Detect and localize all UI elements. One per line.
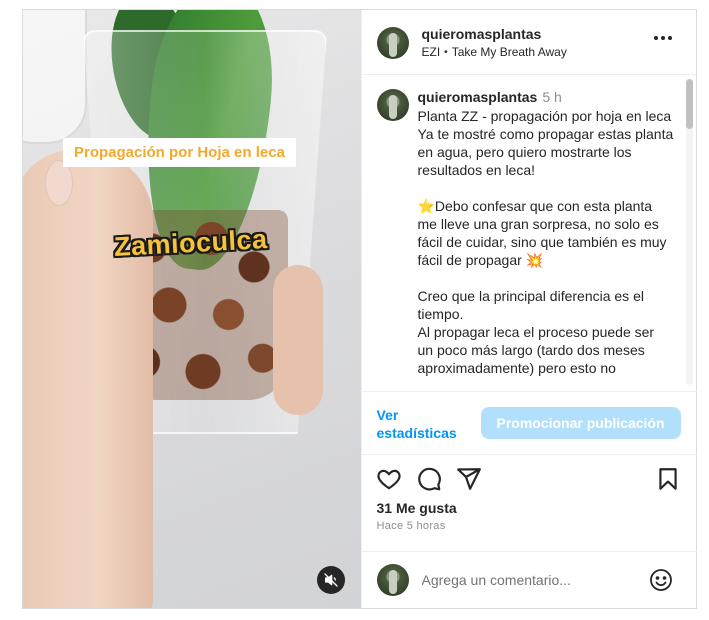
like-button[interactable]: [376, 466, 404, 494]
comment-button[interactable]: [416, 466, 444, 494]
header-username[interactable]: quieromasplantas: [422, 26, 542, 42]
caption-time: 5 h: [542, 89, 562, 105]
audio-info[interactable]: EZI • Take My Breath Away: [422, 45, 567, 59]
caption-header: quieromasplantas 5 h: [418, 89, 562, 105]
comment-icon: [417, 467, 441, 491]
post-side-panel: quieromasplantas EZI • Take My Breath Aw…: [360, 10, 697, 609]
post-card: Propagación por Hoja en leca Zamioculca …: [22, 9, 697, 609]
emoji-button[interactable]: [649, 568, 673, 592]
emoji-smile-icon: [649, 569, 672, 591]
post-media[interactable]: Propagación por Hoja en leca Zamioculca: [23, 10, 361, 608]
scrollbar-thumb[interactable]: [685, 79, 693, 129]
audio-track[interactable]: Take My Breath Away: [452, 45, 567, 59]
speaker-muted-icon: [324, 573, 338, 587]
more-horizontal-icon: [661, 36, 665, 40]
avatar[interactable]: [376, 89, 409, 121]
save-button[interactable]: [655, 466, 683, 494]
view-insights-link[interactable]: Ver estadísticas: [377, 406, 467, 442]
more-options-button[interactable]: [650, 32, 676, 44]
fingers-image: [273, 265, 323, 415]
caption-scroll-area[interactable]: quieromasplantas 5 h Planta ZZ - propagac…: [362, 75, 697, 391]
audio-artist[interactable]: EZI: [422, 45, 441, 59]
likes-count[interactable]: 31 Me gusta: [377, 500, 457, 516]
heart-icon: [376, 469, 401, 490]
caption-text: Planta ZZ - propagación por hoja en leca…: [417, 108, 674, 376]
post-timestamp[interactable]: Hace 5 horas: [377, 520, 446, 532]
share-button[interactable]: [456, 466, 484, 494]
more-horizontal-icon: [668, 36, 672, 40]
audio-separator: •: [444, 46, 448, 58]
hand-image: [23, 150, 153, 608]
comment-input[interactable]: [419, 568, 644, 592]
avatar[interactable]: [376, 27, 409, 59]
send-icon: [456, 468, 481, 490]
action-bar: [362, 462, 697, 502]
more-horizontal-icon: [654, 36, 658, 40]
promo-row: Ver estadísticas Promocionar publicación: [361, 391, 697, 455]
mute-button[interactable]: [317, 566, 345, 594]
media-overlay-title: Propagación por Hoja en leca: [63, 138, 296, 167]
comment-row: [361, 551, 697, 609]
caption-username[interactable]: quieromasplantas: [418, 89, 538, 105]
bowl-image: [23, 10, 87, 144]
avatar: [376, 564, 409, 596]
scrollbar[interactable]: [685, 79, 693, 385]
bookmark-icon: [658, 468, 677, 490]
promote-post-button[interactable]: Promocionar publicación: [480, 407, 681, 439]
post-header: quieromasplantas EZI • Take My Breath Aw…: [361, 10, 696, 75]
